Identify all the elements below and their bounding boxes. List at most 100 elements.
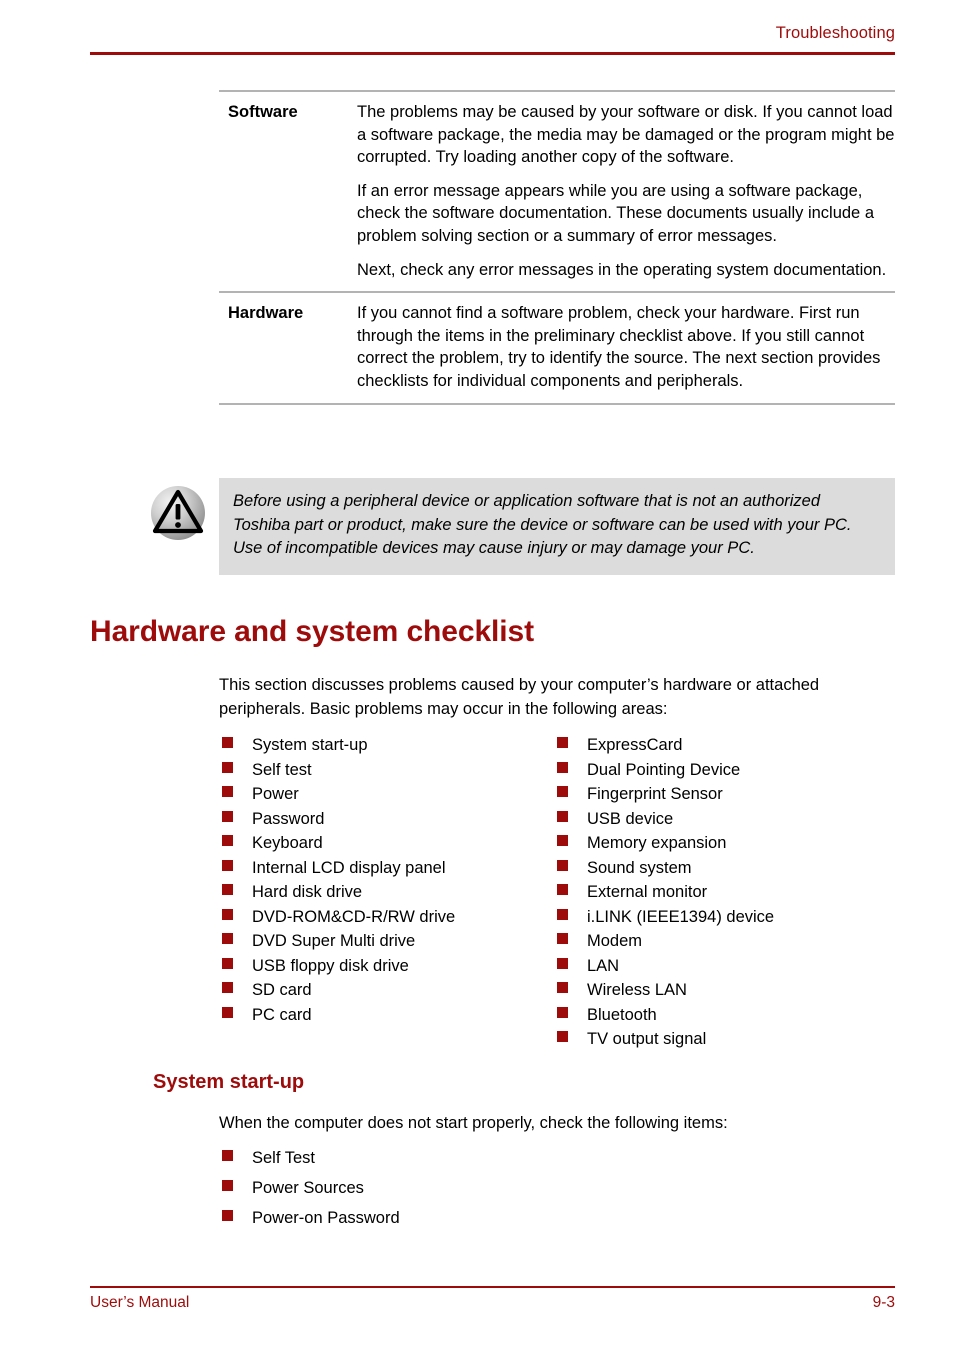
square-bullet-icon — [557, 908, 568, 920]
list-item: USB device — [557, 807, 897, 832]
page-header-title: Troubleshooting — [775, 24, 895, 42]
caution-box: Before using a peripheral device or appl… — [219, 478, 895, 575]
list-item-label: Power — [252, 785, 299, 803]
square-bullet-icon — [557, 859, 568, 871]
list-item-label: Power Sources — [252, 1179, 364, 1197]
list-item: Wireless LAN — [557, 978, 897, 1003]
table-row: Software The problems may be caused by y… — [219, 92, 895, 291]
square-bullet-icon — [222, 982, 233, 993]
list-item: Power — [222, 782, 552, 807]
list-item-label: ExpressCard — [587, 736, 683, 754]
square-bullet-icon — [557, 786, 568, 797]
list-item-label: Power-on Password — [252, 1209, 400, 1227]
table-row-description: The problems may be caused by your softw… — [357, 101, 895, 281]
list-item: Self test — [222, 758, 552, 783]
list-item: Modem — [557, 929, 897, 954]
list-item-label: Hard disk drive — [252, 883, 363, 901]
table-cell-paragraph: If you cannot find a software problem, c… — [357, 304, 881, 390]
list-item: Memory expansion — [557, 831, 897, 856]
table-row: Hardware If you cannot find a software p… — [219, 291, 895, 402]
list-item-label: Modem — [587, 932, 643, 950]
list-item-label: PC card — [252, 1005, 312, 1024]
table-cell-paragraph: Next, check any error messages in the op… — [357, 260, 887, 279]
list-item-label: Bluetooth — [587, 1005, 657, 1024]
square-bullet-icon — [222, 1210, 233, 1221]
list-item-label: DVD Super Multi drive — [252, 932, 416, 950]
list-item: System start-up — [222, 733, 552, 758]
table-cell-paragraph: The problems may be caused by your softw… — [357, 103, 895, 167]
square-bullet-icon — [557, 737, 568, 748]
list-item-label: SD card — [252, 981, 312, 999]
list-item-label: Fingerprint Sensor — [587, 785, 723, 803]
list-item-label: Keyboard — [252, 834, 323, 852]
header-rule — [90, 52, 895, 55]
list-item-label: Wireless LAN — [587, 981, 687, 999]
square-bullet-icon — [557, 810, 568, 822]
square-bullet-icon — [557, 957, 568, 969]
square-bullet-icon — [557, 835, 568, 846]
list-item: Fingerprint Sensor — [557, 782, 897, 807]
list-item: Bluetooth — [557, 1003, 897, 1028]
list-item-label: Memory expansion — [587, 834, 727, 852]
square-bullet-icon — [222, 1180, 233, 1191]
list-item: Power Sources — [222, 1173, 672, 1203]
square-bullet-icon — [557, 884, 568, 895]
list-item: LAN — [557, 954, 897, 979]
square-bullet-icon — [222, 786, 233, 797]
table-row-term: Software — [228, 103, 298, 121]
square-bullet-icon — [222, 908, 233, 920]
list-item: Hard disk drive — [222, 880, 552, 905]
footer-manual-label: User’s Manual — [90, 1294, 190, 1311]
list-item-label: DVD-ROM&CD-R/RW drive — [252, 907, 456, 926]
square-bullet-icon — [222, 737, 233, 748]
table-row-description: If you cannot find a software problem, c… — [357, 302, 895, 392]
list-item-label: USB device — [587, 809, 674, 828]
square-bullet-icon — [222, 859, 233, 871]
checklist-column-left: System start-up Self test Power Password Key… — [222, 733, 552, 1027]
list-item-label: Self test — [252, 760, 312, 779]
square-bullet-icon — [222, 835, 233, 846]
list-item: i.LINK (IEEE1394) device — [557, 905, 897, 930]
subsection-intro-paragraph: When the computer does not start properl… — [219, 1114, 728, 1132]
list-item: Keyboard — [222, 831, 552, 856]
list-item-label: System start-up — [252, 736, 368, 754]
list-item: DVD Super Multi drive — [222, 929, 552, 954]
list-item: Sound system — [557, 856, 897, 881]
square-bullet-icon — [222, 810, 233, 822]
manual-page: Troubleshooting Software The problems ma… — [0, 0, 954, 1352]
list-item-label: Dual Pointing Device — [587, 760, 741, 779]
list-item: Power-on Password — [222, 1203, 672, 1233]
list-item: DVD-ROM&CD-R/RW drive — [222, 905, 552, 930]
table-cell-paragraph: If an error message appears while you ar… — [357, 181, 874, 245]
square-bullet-icon — [222, 761, 233, 773]
page-footer: User’s Manual 9-3 — [90, 1294, 895, 1312]
list-item: Internal LCD display panel — [222, 856, 552, 881]
square-bullet-icon — [222, 1150, 233, 1161]
list-item: USB floppy disk drive — [222, 954, 552, 979]
subsection-heading: System start-up — [153, 1071, 305, 1093]
table-row-term: Hardware — [228, 304, 304, 323]
square-bullet-icon — [557, 1006, 568, 1018]
square-bullet-icon — [557, 761, 568, 773]
list-item-label: Sound system — [587, 858, 692, 877]
list-item-label: i.LINK (IEEE1394) device — [587, 907, 775, 926]
list-item-label: Password — [252, 809, 325, 828]
square-bullet-icon — [557, 982, 568, 993]
square-bullet-icon — [222, 1006, 233, 1018]
square-bullet-icon — [222, 933, 233, 944]
footer-page-number: 9-3 — [872, 1294, 895, 1311]
list-item: Dual Pointing Device — [557, 758, 897, 783]
definition-table: Software The problems may be caused by y… — [219, 90, 895, 405]
section-heading: Hardware and system checklist — [90, 615, 534, 648]
section-intro-paragraph: This section discusses problems caused b… — [219, 676, 820, 718]
square-bullet-icon — [557, 933, 568, 944]
page-header: Troubleshooting — [90, 24, 895, 43]
list-item-label: Self Test — [252, 1149, 315, 1167]
list-item: ExpressCard — [557, 733, 897, 758]
list-item: TV output signal — [557, 1027, 897, 1052]
list-item: External monitor — [557, 880, 897, 905]
list-item: Password — [222, 807, 552, 832]
checklist-column-right: ExpressCard Dual Pointing Device Fingerpri… — [557, 733, 897, 1052]
list-item: PC card — [222, 1003, 552, 1028]
list-item-label: USB floppy disk drive — [252, 956, 409, 975]
